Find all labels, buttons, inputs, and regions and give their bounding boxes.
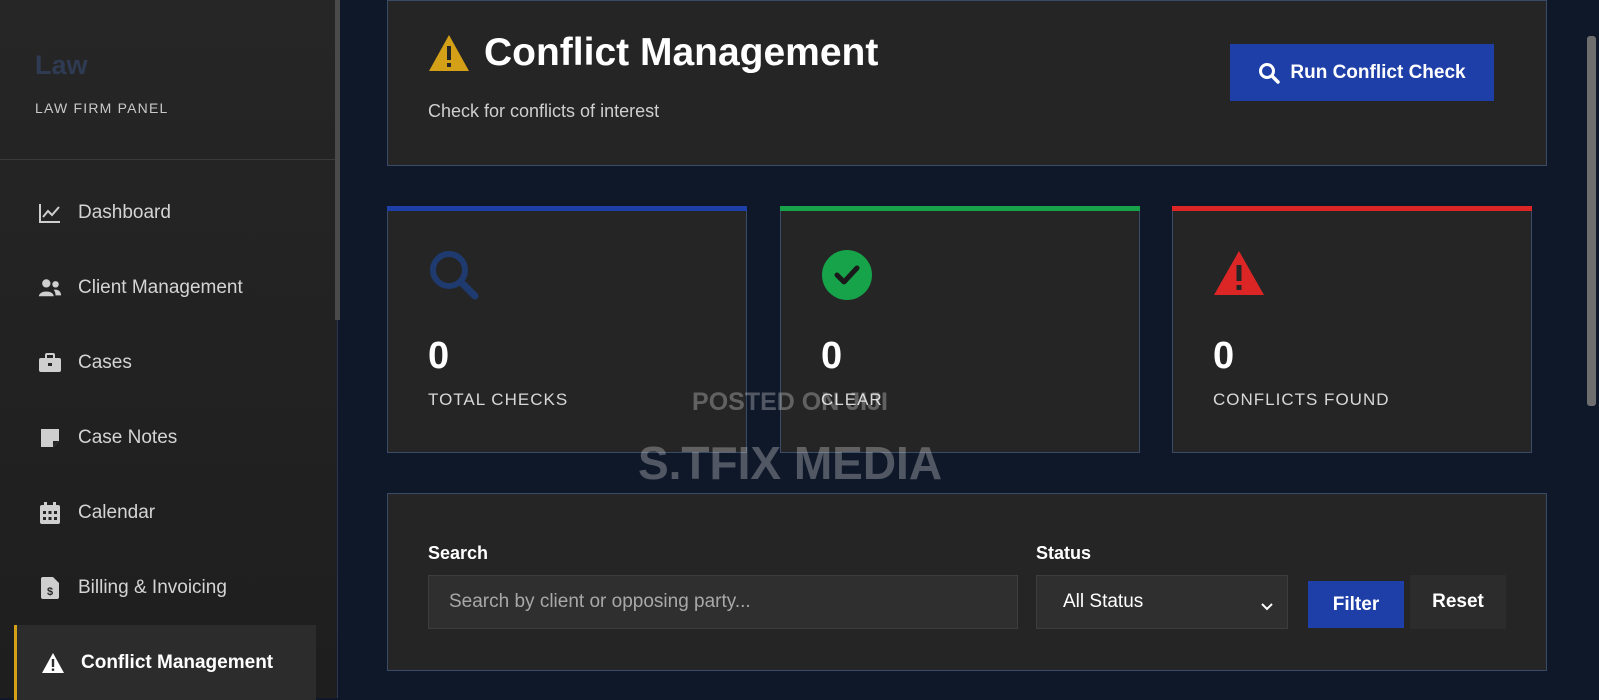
stat-value: 0 (821, 335, 843, 377)
svg-text:$: $ (47, 586, 53, 598)
sidebar-item-label: Dashboard (78, 201, 171, 223)
stat-label: TOTAL CHECKS (428, 390, 569, 409)
page-header: Conflict Management Check for conflicts … (387, 0, 1547, 166)
sidebar-item-label: Calendar (78, 501, 156, 523)
stat-label: CLEAR (821, 390, 883, 409)
stat-card-conflicts-found: 0 CONFLICTS FOUND (1172, 206, 1532, 453)
stat-value: 0 (1213, 335, 1235, 377)
sidebar-item-cases[interactable]: Cases (0, 325, 336, 400)
sidebar-item-dashboard[interactable]: Dashboard (0, 175, 336, 250)
search-input[interactable] (428, 575, 1018, 629)
sidebar-nav: Dashboard Client Management Cases Case N… (0, 175, 336, 700)
status-select[interactable]: All Status (1036, 575, 1288, 629)
run-conflict-check-label: Run Conflict Check (1290, 61, 1466, 83)
brand-logo: Law (35, 50, 88, 80)
search-label: Search (428, 543, 489, 563)
sidebar-item-billing[interactable]: $ Billing & Invoicing (0, 550, 336, 625)
warning-icon (428, 34, 470, 77)
search-icon (1259, 62, 1281, 84)
filter-button[interactable]: Filter (1308, 581, 1404, 628)
check-circle-icon (821, 249, 873, 306)
search-icon (428, 249, 480, 306)
run-conflict-check-button[interactable]: Run Conflict Check (1230, 44, 1494, 101)
page-subtitle: Check for conflicts of interest (428, 101, 660, 121)
sidebar-item-client-management[interactable]: Client Management (0, 250, 336, 325)
sidebar-item-calendar[interactable]: Calendar (0, 475, 336, 550)
stat-card-clear: 0 CLEAR (780, 206, 1140, 453)
users-icon (38, 276, 62, 300)
stat-accent-bar (1172, 206, 1532, 211)
stat-label: CONFLICTS FOUND (1213, 390, 1390, 409)
chevron-down-icon (1261, 596, 1273, 618)
reset-button[interactable]: Reset (1410, 575, 1506, 629)
sidebar-item-label: Billing & Invoicing (78, 576, 227, 598)
sidebar-item-case-notes[interactable]: Case Notes (0, 400, 336, 475)
stat-value: 0 (428, 335, 450, 377)
briefcase-icon (38, 351, 62, 375)
stat-accent-bar (387, 206, 747, 211)
sidebar-item-conflict-management[interactable]: Conflict Management (14, 625, 316, 700)
chart-line-icon (38, 201, 62, 225)
calendar-icon (38, 501, 62, 525)
sidebar-item-label: Client Management (78, 276, 243, 298)
warning-icon (1213, 249, 1265, 302)
invoice-icon: $ (38, 576, 62, 600)
status-label: Status (1036, 543, 1092, 563)
page-title: Conflict Management (484, 31, 879, 74)
sidebar-item-label: Cases (78, 351, 132, 373)
panel-label: LAW FIRM PANEL (35, 100, 169, 116)
stat-accent-bar (780, 206, 1140, 211)
status-select-value: All Status (1063, 591, 1144, 612)
main-content: Conflict Management Check for conflicts … (340, 0, 1599, 698)
sidebar: Law LAW FIRM PANEL Dashboard Client Mana… (0, 0, 338, 700)
sidebar-item-label: Conflict Management (81, 651, 274, 673)
warning-icon (41, 651, 65, 675)
filter-panel: Search Status All Status Filter Reset (387, 493, 1547, 671)
page-scrollbar[interactable] (1587, 36, 1596, 406)
sidebar-divider (0, 159, 336, 160)
stat-card-total-checks: 0 TOTAL CHECKS (387, 206, 747, 453)
sidebar-item-label: Case Notes (78, 426, 178, 448)
sticky-note-icon (38, 426, 62, 450)
